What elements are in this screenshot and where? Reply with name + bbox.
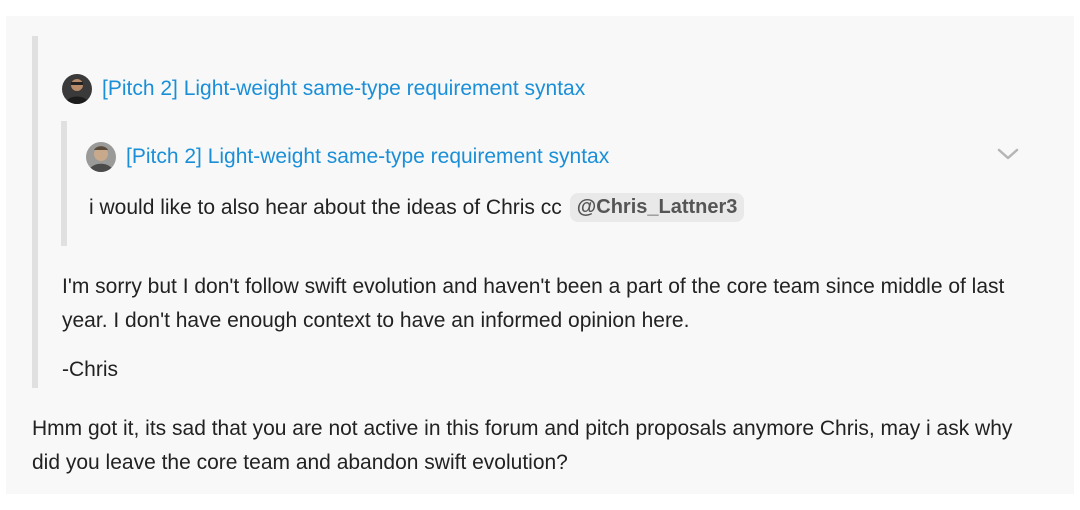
inner-quote-title-link[interactable]: [Pitch 2] Light-weight same-type require… <box>126 145 609 169</box>
inner-quote-header: [Pitch 2] Light-weight same-type require… <box>86 142 609 172</box>
inner-quote-body: i would like to also hear about the idea… <box>89 195 562 219</box>
outer-quote-avatar[interactable] <box>62 74 92 104</box>
forum-post: [Pitch 2] Light-weight same-type require… <box>6 16 1074 494</box>
post-body-text: Hmm got it, its sad that you are not act… <box>32 417 1013 474</box>
inner-quote-avatar[interactable] <box>86 142 116 172</box>
outer-quote-block: [Pitch 2] Light-weight same-type require… <box>32 36 1048 388</box>
user-mention[interactable]: @Chris_Lattner3 <box>569 193 745 222</box>
inner-quote-text: i would like to also hear about the idea… <box>89 193 745 222</box>
chevron-down-icon[interactable] <box>996 146 1020 162</box>
quoted-reply-paragraph: I'm sorry but I don't follow swift evolu… <box>62 275 1005 332</box>
quoted-reply-signature: -Chris <box>62 358 118 381</box>
outer-quote-header: [Pitch 2] Light-weight same-type require… <box>62 74 585 104</box>
outer-quote-title-link[interactable]: [Pitch 2] Light-weight same-type require… <box>102 77 585 101</box>
inner-quote-block: [Pitch 2] Light-weight same-type require… <box>61 121 1046 246</box>
